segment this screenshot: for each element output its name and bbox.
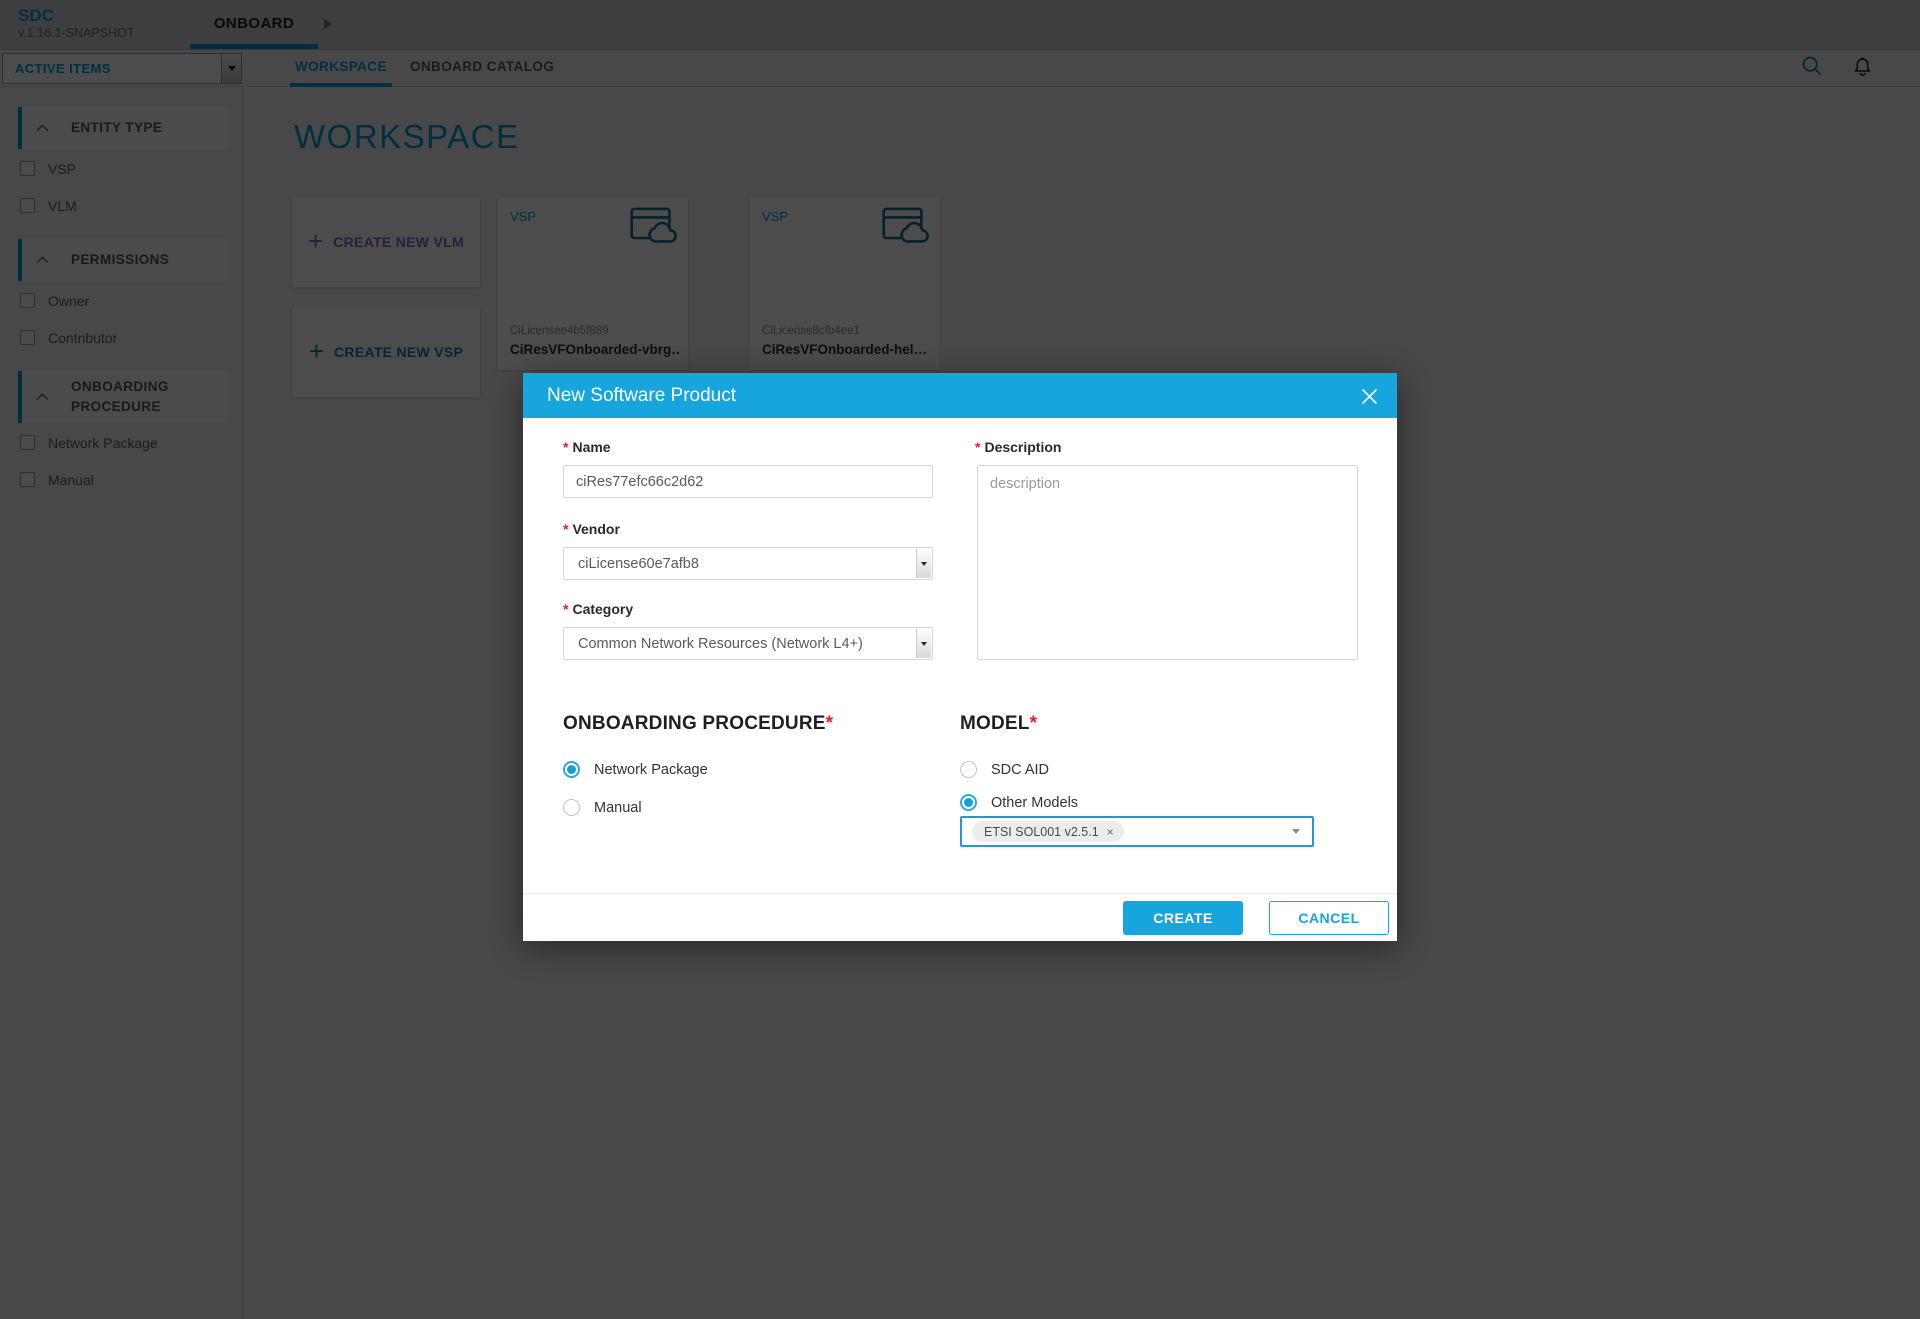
- vendor-select-value: ciLicense60e7afb8: [578, 556, 699, 572]
- radio-unselected-icon[interactable]: [563, 799, 580, 816]
- modal-title: New Software Product: [547, 373, 736, 418]
- required-marker: *: [563, 521, 568, 537]
- required-marker: *: [563, 439, 568, 455]
- cancel-button[interactable]: CANCEL: [1269, 901, 1389, 935]
- label-text: Vendor: [572, 521, 619, 537]
- required-marker: *: [563, 601, 568, 617]
- remove-chip-icon[interactable]: ×: [1107, 826, 1114, 838]
- dropdown-arrow-button[interactable]: [916, 549, 931, 578]
- name-field-label: *Name: [563, 439, 611, 455]
- close-icon[interactable]: [1359, 386, 1379, 406]
- radio-selected-icon[interactable]: [563, 761, 580, 778]
- heading-text: MODEL: [960, 713, 1030, 734]
- dropdown-arrow-icon: [921, 642, 927, 646]
- new-software-product-modal: New Software Product *Name ciRes77efc66c…: [523, 373, 1397, 941]
- radio-manual[interactable]: Manual: [563, 799, 642, 816]
- radio-network-package[interactable]: Network Package: [563, 761, 708, 778]
- footer-divider: [523, 893, 1397, 894]
- vendor-select[interactable]: ciLicense60e7afb8: [563, 547, 933, 580]
- model-chip: ETSI SOL001 v2.5.1 ×: [972, 821, 1124, 842]
- dropdown-arrow-icon: [921, 562, 927, 566]
- radio-label: Network Package: [594, 762, 708, 778]
- modal-header: New Software Product: [523, 373, 1397, 418]
- heading-text: ONBOARDING PROCEDURE: [563, 713, 826, 734]
- required-marker: *: [1030, 713, 1038, 734]
- category-field-label: *Category: [563, 601, 633, 617]
- radio-unselected-icon[interactable]: [960, 761, 977, 778]
- name-input[interactable]: ciRes77efc66c2d62: [563, 465, 933, 498]
- label-text: Category: [572, 601, 633, 617]
- onboarding-procedure-heading: ONBOARDING PROCEDURE*: [563, 713, 833, 735]
- radio-selected-icon[interactable]: [960, 794, 977, 811]
- label-text: Name: [572, 439, 610, 455]
- vendor-field-label: *Vendor: [563, 521, 620, 537]
- description-field-label: *Description: [975, 439, 1061, 455]
- radio-label: Other Models: [991, 795, 1078, 811]
- radio-label: SDC AID: [991, 762, 1049, 778]
- category-select[interactable]: Common Network Resources (Network L4+): [563, 627, 933, 660]
- category-select-value: Common Network Resources (Network L4+): [578, 636, 863, 652]
- radio-sdc-aid[interactable]: SDC AID: [960, 761, 1049, 778]
- required-marker: *: [826, 713, 834, 734]
- chip-label: ETSI SOL001 v2.5.1: [984, 825, 1099, 839]
- dropdown-arrow-icon[interactable]: [1292, 829, 1300, 834]
- label-text: Description: [984, 439, 1061, 455]
- radio-label: Manual: [594, 800, 642, 816]
- description-textarea[interactable]: description: [977, 465, 1358, 660]
- create-button[interactable]: CREATE: [1123, 901, 1243, 935]
- other-models-multiselect[interactable]: ETSI SOL001 v2.5.1 ×: [960, 816, 1314, 847]
- radio-other-models[interactable]: Other Models: [960, 794, 1078, 811]
- dropdown-arrow-button[interactable]: [916, 629, 931, 658]
- required-marker: *: [975, 439, 980, 455]
- model-heading: MODEL*: [960, 713, 1037, 735]
